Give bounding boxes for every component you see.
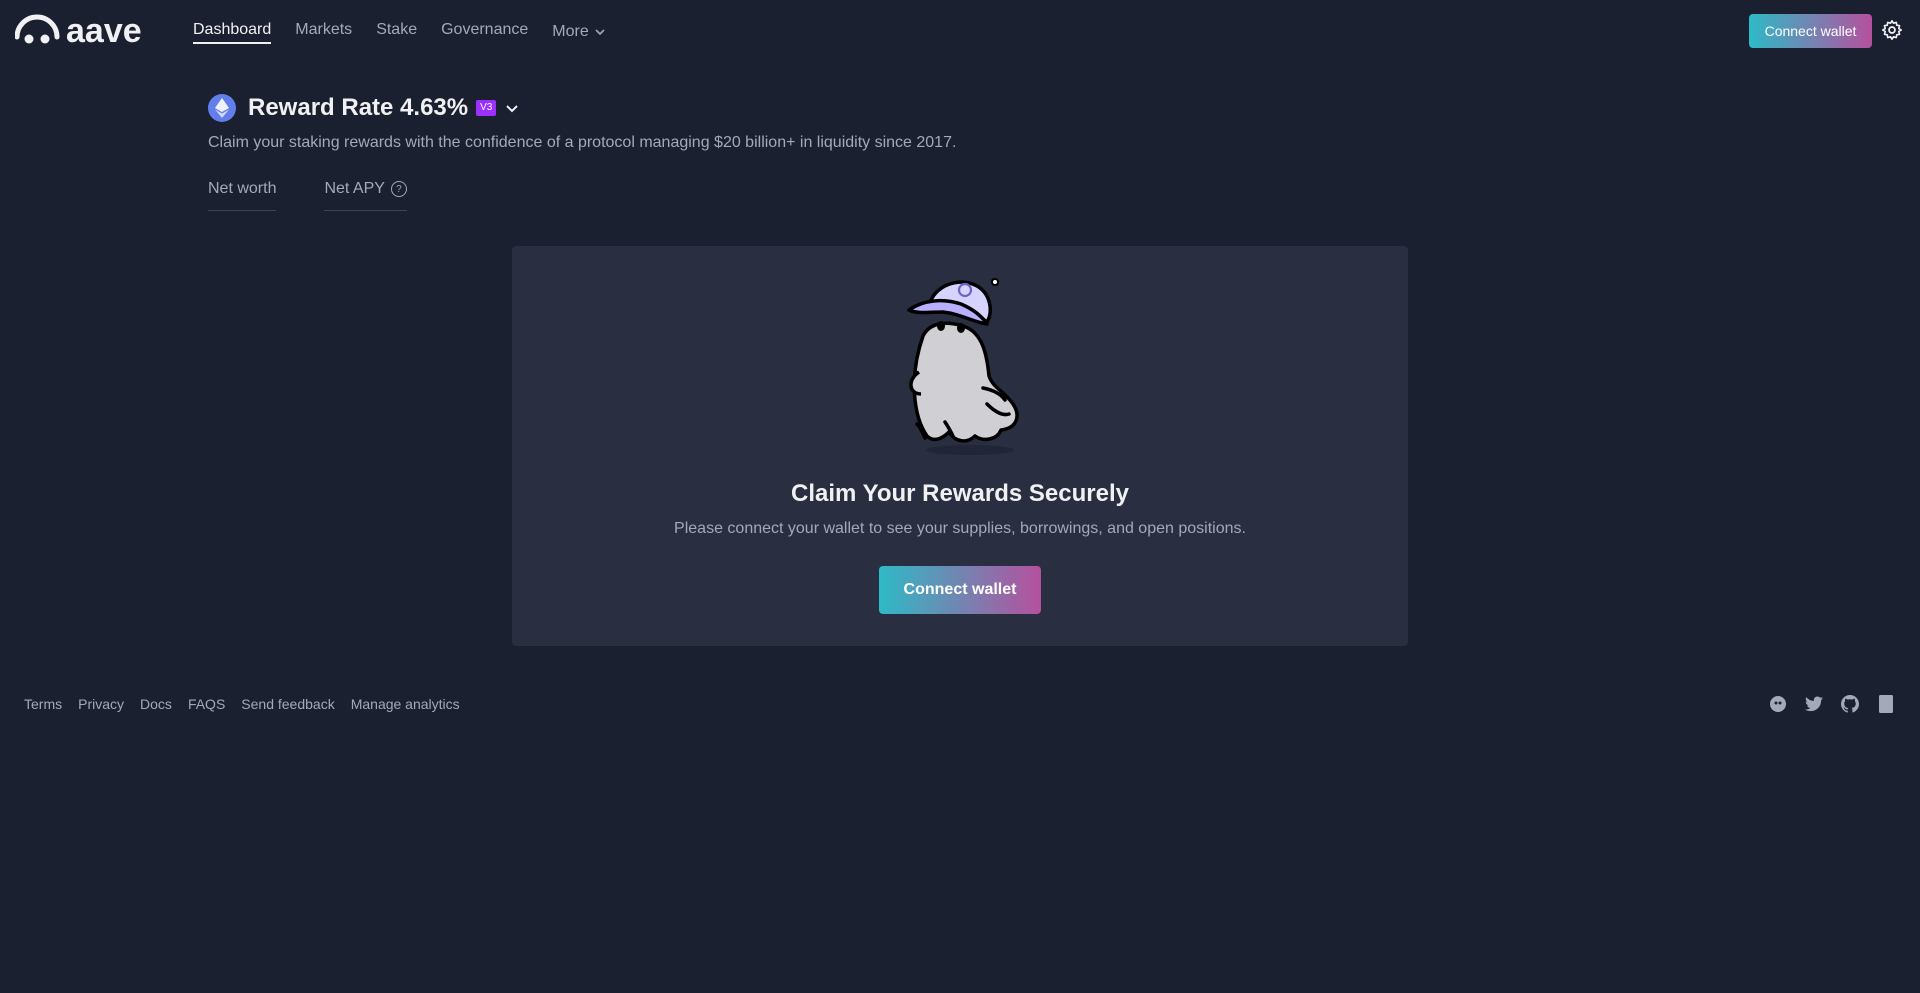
stats-row: Net worth Net APY ? (208, 180, 407, 211)
chevron-down-icon (595, 29, 605, 36)
footer-link-faqs[interactable]: FAQS (188, 696, 225, 712)
net-worth-label: Net worth (208, 180, 277, 197)
aave-logo[interactable]: aave (15, 13, 161, 45)
top-navbar: aave Dashboard Markets Stake Governance … (0, 0, 1920, 60)
settings-gear-icon[interactable] (1880, 18, 1904, 42)
twitter-icon[interactable] (1804, 694, 1824, 714)
footer-link-docs[interactable]: Docs (140, 696, 172, 712)
connect-wallet-button[interactable]: Connect wallet (879, 566, 1041, 614)
discord-icon[interactable] (1876, 694, 1896, 714)
footer-link-manage-analytics[interactable]: Manage analytics (351, 696, 460, 712)
footer-links: Terms Privacy Docs FAQS Send feedback Ma… (24, 696, 460, 712)
market-subtitle: Claim your staking rewards with the conf… (208, 134, 957, 151)
nav-governance[interactable]: Governance (441, 0, 528, 60)
net-worth-stat: Net worth (208, 180, 277, 211)
ethereum-icon (208, 94, 236, 122)
footer-link-send-feedback[interactable]: Send feedback (241, 696, 334, 712)
footer-link-terms[interactable]: Terms (24, 696, 62, 712)
ghost-with-cap-illustration (883, 276, 1037, 456)
footer-link-privacy[interactable]: Privacy (78, 696, 124, 712)
card-title: Claim Your Rewards Securely (791, 480, 1129, 507)
logo-text: aave (66, 13, 142, 45)
connect-wallet-card: Claim Your Rewards Securely Please conne… (512, 246, 1408, 646)
nav-markets[interactable]: Markets (295, 0, 352, 60)
nav-more[interactable]: More (552, 2, 606, 62)
footer: Terms Privacy Docs FAQS Send feedback Ma… (0, 676, 1920, 732)
market-dropdown-chevron-icon[interactable] (504, 100, 520, 116)
nav-stake[interactable]: Stake (376, 0, 417, 60)
nav-dashboard[interactable]: Dashboard (193, 0, 272, 60)
help-icon[interactable]: ? (390, 181, 407, 197)
version-badge: V3 (476, 100, 497, 116)
nav-more-label: More (552, 23, 589, 40)
lens-icon[interactable] (1768, 694, 1788, 714)
net-apy-stat: Net APY ? (324, 180, 407, 211)
market-title: Reward Rate 4.63% (248, 94, 469, 121)
aave-logo-icon: aave (15, 13, 142, 45)
github-icon[interactable] (1840, 694, 1860, 714)
footer-social-icons (1768, 694, 1896, 714)
net-apy-label: Net APY (324, 180, 385, 197)
card-description: Please connect your wallet to see your s… (674, 520, 1246, 537)
main-nav: Dashboard Markets Stake Governance More (193, 0, 631, 60)
header-connect-wallet-button[interactable]: Connect wallet (1749, 14, 1872, 48)
market-selector: Reward Rate 4.63% V3 (208, 92, 520, 124)
